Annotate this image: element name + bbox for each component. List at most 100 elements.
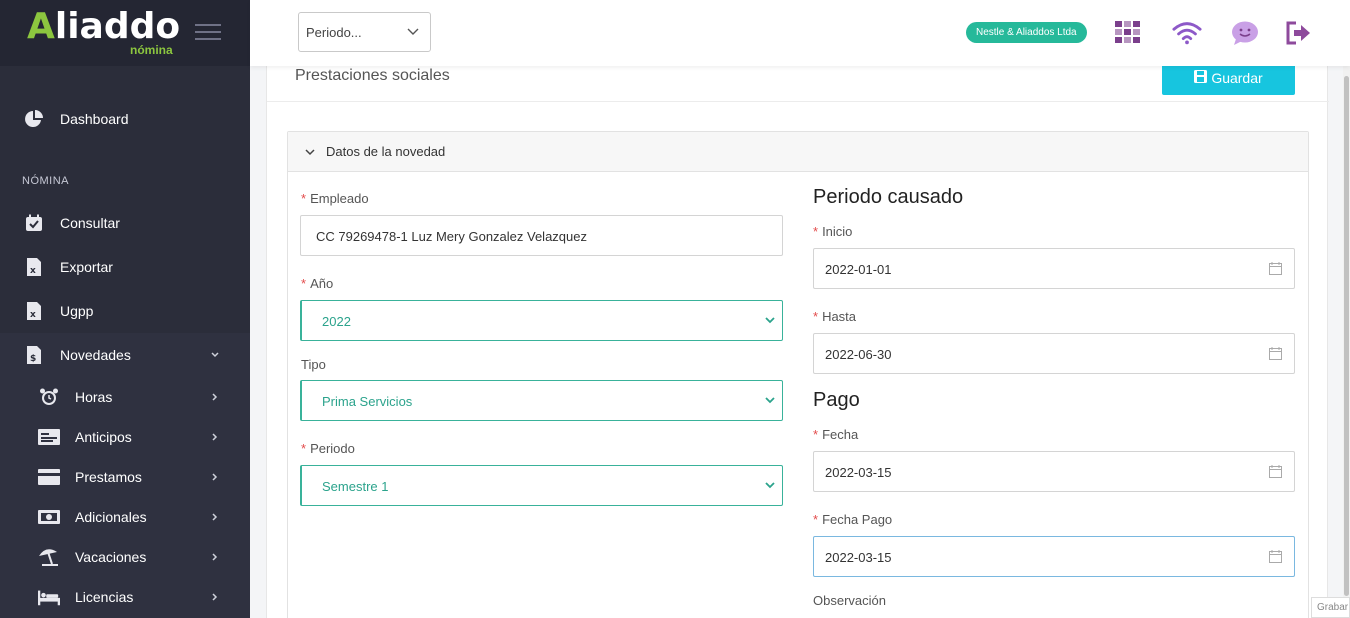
sidebar-item-label: Adicionales <box>75 509 147 525</box>
credit-card-icon <box>38 467 60 487</box>
svg-text:x: x <box>30 266 36 276</box>
corner-save-tag[interactable]: Grabar <box>1311 597 1350 618</box>
empleado-field[interactable]: CC 79269478-1 Luz Mery Gonzalez Velazque… <box>300 215 783 256</box>
sidebar-subitem-adicionales[interactable]: Adicionales <box>0 497 250 537</box>
brand-logo-text: liaddo <box>54 6 181 47</box>
money-file-icon: $ <box>24 345 44 365</box>
periodo-label: * Periodo <box>301 441 355 456</box>
periodo-value: Semestre 1 <box>322 479 389 494</box>
beach-umbrella-icon <box>38 547 60 567</box>
sidebar-item-label: Consultar <box>60 215 120 231</box>
sidebar-item-label: Vacaciones <box>75 549 147 565</box>
sidebar-item-ugpp[interactable]: x Ugpp <box>0 289 250 333</box>
brand-subtitle: nómina <box>130 43 173 57</box>
wifi-icon[interactable] <box>1172 18 1202 48</box>
chevron-right-icon <box>210 429 220 445</box>
calendar-icon[interactable] <box>1269 262 1282 278</box>
sidebar-subitem-anticipos[interactable]: Anticipos <box>0 417 250 457</box>
svg-text:x: x <box>30 310 36 320</box>
page-scrollbar[interactable] <box>1343 66 1350 618</box>
chevron-down-icon <box>210 347 220 363</box>
hasta-date-field[interactable]: 2022-06-30 <box>813 333 1295 374</box>
chevron-right-icon <box>210 589 220 605</box>
sidebar-subitem-vacaciones[interactable]: Vacaciones <box>0 537 250 577</box>
sidebar-item-exportar[interactable]: x Exportar <box>0 245 250 289</box>
logout-icon[interactable] <box>1284 18 1314 48</box>
period-select-placeholder: Periodo... <box>306 25 362 40</box>
observacion-label: Observación <box>813 593 886 608</box>
save-icon <box>1194 70 1208 86</box>
save-button[interactable]: Guardar <box>1162 61 1295 95</box>
calendar-icon[interactable] <box>1269 550 1282 566</box>
excel-file-icon: x <box>24 301 44 321</box>
anio-select[interactable]: 2022 <box>300 300 783 341</box>
sidebar-subitem-horas[interactable]: Horas <box>0 377 250 417</box>
sidebar-item-label: Novedades <box>60 347 131 363</box>
anio-value: 2022 <box>322 314 351 329</box>
company-badge[interactable]: Nestle & Aliaddos Ltda <box>966 22 1087 43</box>
inicio-value: 2022-01-01 <box>825 262 892 277</box>
inicio-label: * Inicio <box>813 224 853 239</box>
inicio-date-field[interactable]: 2022-01-01 <box>813 248 1295 289</box>
pie-chart-icon <box>24 109 44 129</box>
fecha-pago-date-field[interactable]: 2022-03-15 <box>813 536 1295 577</box>
sidebar-item-consultar[interactable]: Consultar <box>0 201 250 245</box>
main-card: Prestaciones sociales Guardar Datos de l… <box>266 60 1329 618</box>
chevron-right-icon <box>210 549 220 565</box>
fecha-value: 2022-03-15 <box>825 465 892 480</box>
save-button-label: Guardar <box>1211 70 1263 86</box>
top-header: Periodo... Nestle & Aliaddos Ltda <box>250 0 1350 66</box>
apps-grid-icon[interactable] <box>1113 18 1143 48</box>
sidebar-item-novedades[interactable]: $ Novedades <box>0 333 250 377</box>
tipo-value: Prima Servicios <box>322 394 413 409</box>
brand-logo-mark: A <box>27 6 55 47</box>
sidebar-section-title: NÓMINA <box>22 175 69 187</box>
calendar-icon[interactable] <box>1269 465 1282 481</box>
hasta-value: 2022-06-30 <box>825 347 892 362</box>
svg-text:$: $ <box>30 354 36 364</box>
chat-smile-icon[interactable] <box>1230 18 1260 48</box>
sidebar-item-label: Licencias <box>75 589 134 605</box>
sidebar-item-label: Exportar <box>60 259 113 275</box>
sidebar-item-label: Prestamos <box>75 469 142 485</box>
brand-logo[interactable]: Aliaddo <box>27 6 180 48</box>
sidebar-item-label: Horas <box>75 389 113 405</box>
calendar-check-icon <box>24 213 44 233</box>
fecha-date-field[interactable]: 2022-03-15 <box>813 451 1295 492</box>
pago-heading: Pago <box>813 389 860 411</box>
panel-header[interactable]: Datos de la novedad <box>288 132 1308 172</box>
bed-icon <box>38 587 60 607</box>
chevron-down-icon <box>406 24 420 41</box>
calendar-icon[interactable] <box>1269 347 1282 363</box>
chevron-right-icon <box>210 389 220 405</box>
anio-label: * Año <box>301 276 334 291</box>
menu-toggle-icon[interactable] <box>195 24 221 45</box>
chevron-right-icon <box>210 509 220 525</box>
fecha-pago-label: * Fecha Pago <box>813 512 893 527</box>
title-divider <box>267 101 1329 102</box>
logo-area: Aliaddo nómina <box>0 0 250 66</box>
tipo-select[interactable]: Prima Servicios <box>300 380 783 421</box>
fecha-pago-value: 2022-03-15 <box>825 550 892 565</box>
sidebar: Aliaddo nómina Dashboard NÓMINA Consulta… <box>0 0 250 618</box>
chevron-down-icon <box>304 146 316 158</box>
fecha-label: * Fecha <box>813 427 859 442</box>
chevron-down-icon <box>764 314 776 329</box>
hasta-label: * Hasta <box>813 309 857 324</box>
periodo-select[interactable]: Semestre 1 <box>300 465 783 506</box>
empleado-label: * Empleado <box>301 191 369 206</box>
periodo-causado-heading: Periodo causado <box>813 186 964 208</box>
sidebar-subitem-prestamos[interactable]: Prestamos <box>0 457 250 497</box>
period-select[interactable]: Periodo... <box>298 12 431 52</box>
id-card-icon <box>38 427 60 447</box>
sidebar-item-label: Dashboard <box>60 111 129 127</box>
sidebar-item-label: Ugpp <box>60 303 94 319</box>
sidebar-subitem-licencias[interactable]: Licencias <box>0 577 250 617</box>
page-title: Prestaciones sociales <box>295 67 450 84</box>
empleado-value: CC 79269478-1 Luz Mery Gonzalez Velazque… <box>316 229 587 244</box>
chevron-down-icon <box>764 394 776 409</box>
alarm-clock-icon <box>38 387 60 407</box>
sidebar-item-label: Anticipos <box>75 429 132 445</box>
sidebar-item-dashboard[interactable]: Dashboard <box>0 97 250 141</box>
scrollbar-thumb[interactable] <box>1344 76 1349 596</box>
